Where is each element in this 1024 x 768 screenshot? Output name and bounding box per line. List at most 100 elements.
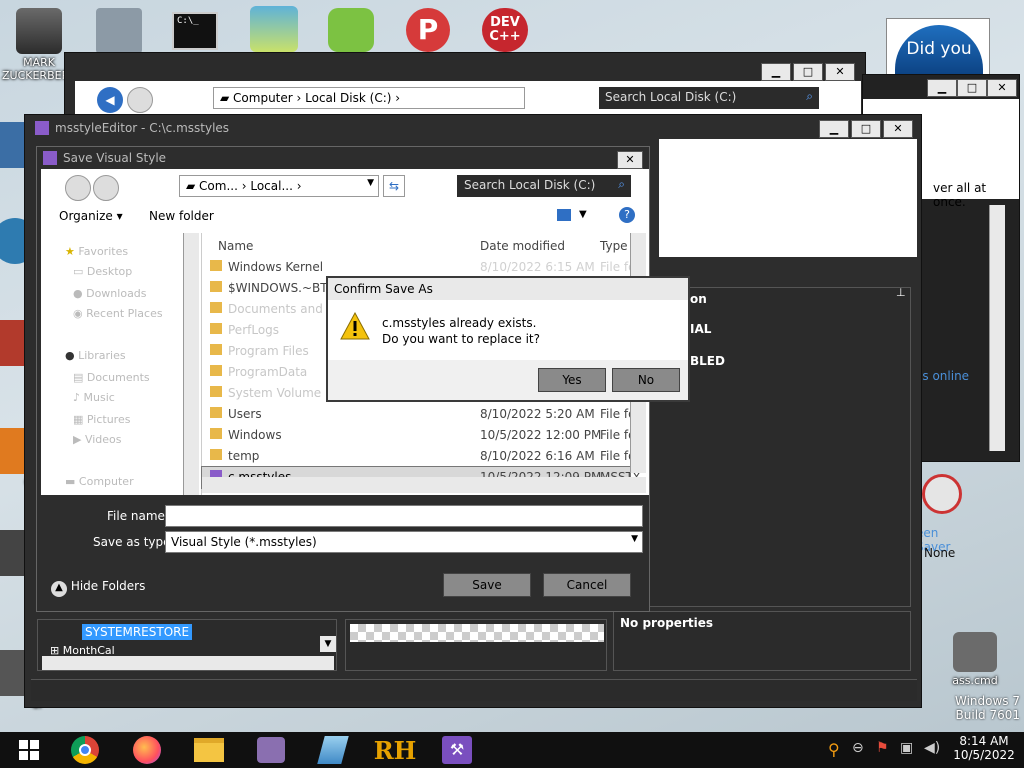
did-you-know-tile[interactable]: Did you: [886, 18, 990, 79]
p-app-icon[interactable]: P: [406, 8, 450, 52]
devcpp-icon[interactable]: DEV C++: [482, 8, 528, 52]
hide-folders-toggle[interactable]: ▲ Hide Folders: [51, 579, 145, 597]
confirm-message-line1: c.msstyles already exists.: [382, 316, 537, 330]
minimize-button[interactable]: ▁: [927, 79, 957, 97]
maximize-button[interactable]: □: [793, 63, 823, 81]
rh-icon[interactable]: RH: [372, 734, 418, 766]
file-row[interactable]: Users 8/10/2022 5:20 AM File fol: [202, 404, 639, 425]
folder-icon: [210, 344, 222, 355]
search-icon: ⌕: [806, 89, 813, 103]
nav-vertical-scrollbar[interactable]: [183, 233, 199, 495]
back-arrow-icon[interactable]: ◀: [97, 87, 123, 113]
windows-logo-icon: [19, 740, 39, 760]
file-name-label: File name:: [107, 509, 169, 523]
tray-network-icon[interactable]: ▣: [900, 740, 913, 756]
confirm-save-as-dialog[interactable]: Confirm Save As c.msstyles already exist…: [326, 276, 690, 402]
installer-icon[interactable]: [250, 6, 298, 52]
properties-footer: No properties: [613, 611, 911, 671]
tree-panel[interactable]: SYSTEMRESTORE ⊞ MonthCal ▼: [37, 619, 337, 671]
maximize-button[interactable]: □: [851, 120, 881, 138]
file-explorer-icon[interactable]: [186, 734, 232, 766]
paint-icon[interactable]: [310, 734, 356, 766]
online-link[interactable]: es online: [915, 369, 969, 383]
pictures-icon: ▦: [73, 413, 84, 426]
folder-icon: [210, 365, 222, 376]
column-header-name[interactable]: Name: [218, 239, 253, 253]
address-bar[interactable]: ▰ Computer › Local Disk (C:) ›: [213, 87, 525, 109]
list-horizontal-scrollbar[interactable]: [202, 477, 646, 493]
pin-icon[interactable]: ⊥: [896, 286, 906, 299]
music-icon: ♪: [73, 391, 81, 404]
file-row[interactable]: Windows Kernel 8/10/2022 6:15 AM File fo: [202, 257, 635, 278]
search-input[interactable]: Search Local Disk (C:) ⌕: [599, 87, 819, 109]
close-button[interactable]: ✕: [987, 79, 1017, 97]
chevron-down-icon[interactable]: ▼: [579, 209, 587, 220]
save-as-type-select[interactable]: Visual Style (*.msstyles) ▼: [165, 531, 643, 553]
tray-clock[interactable]: 8:14 AM 10/5/2022: [948, 734, 1020, 762]
minimize-button[interactable]: ▁: [761, 63, 791, 81]
save-as-type-label: Save as type:: [93, 535, 175, 549]
back-arrow-icon[interactable]: [65, 175, 91, 201]
search-input[interactable]: Search Local Disk (C:) ⌕: [457, 175, 631, 197]
desktop-icon-ass-cmd[interactable]: ass.cmd: [938, 632, 1012, 687]
file-row[interactable]: Windows 10/5/2022 12:00 PM File fol: [202, 425, 639, 446]
yes-button[interactable]: Yes: [538, 368, 606, 392]
screen-saver-item[interactable]: een Saver None: [916, 474, 976, 568]
chevron-down-icon: ▼: [631, 534, 638, 544]
firefox-icon[interactable]: [124, 734, 170, 766]
chevron-down-icon[interactable]: ▼: [367, 178, 374, 188]
folder-icon: ▰: [220, 91, 234, 105]
documents-icon: ▤: [73, 371, 84, 384]
scroll-down-arrow-icon[interactable]: ▼: [320, 636, 336, 652]
column-header-date[interactable]: Date modified: [480, 239, 565, 253]
transparency-checker: [350, 624, 604, 642]
tree-item-selected[interactable]: SYSTEMRESTORE: [82, 624, 193, 640]
organize-menu[interactable]: Organize ▾: [59, 209, 123, 223]
cancel-button[interactable]: Cancel: [543, 573, 631, 597]
no-screensaver-icon: [922, 474, 962, 514]
recent-places-icon: ◉: [73, 307, 83, 320]
horizontal-scrollbar[interactable]: [42, 656, 334, 670]
forward-arrow-icon[interactable]: [93, 175, 119, 201]
hammer-icon[interactable]: ⚒: [434, 734, 480, 766]
confirm-title: Confirm Save As: [334, 282, 433, 296]
save-button[interactable]: Save: [443, 573, 531, 597]
maximize-button[interactable]: □: [957, 79, 987, 97]
navigation-pane[interactable]: ★ Favorites ▭ Desktop ● Downloads ◉ Rece…: [41, 233, 199, 495]
preview-top-area: [659, 139, 917, 257]
cmd-icon[interactable]: C:\_: [172, 12, 218, 50]
column-header-type[interactable]: Type: [600, 239, 628, 253]
address-bar[interactable]: ▰ Com... › Local... › ▼: [179, 175, 379, 197]
downloads-icon: ●: [73, 287, 83, 300]
folder-icon: [210, 260, 222, 271]
help-icon[interactable]: ?: [619, 207, 635, 223]
folder-icon: [210, 428, 222, 439]
new-folder-button[interactable]: New folder: [149, 209, 214, 223]
explorer-toolbar: ◀ ▰ Computer › Local Disk (C:) › Search …: [75, 81, 861, 117]
windows-build-watermark: Windows 7 Build 7601: [954, 694, 1020, 722]
explorer-window-back[interactable]: ▁ □ ✕ ◀ ▰ Computer › Local Disk (C:) › S…: [64, 52, 866, 122]
tray-flag-icon[interactable]: ⚑: [876, 740, 889, 756]
file-row[interactable]: temp 8/10/2022 6:16 AM File fol: [202, 446, 639, 467]
tray-volume-icon[interactable]: ◀): [924, 740, 940, 756]
vertical-scrollbar[interactable]: [989, 205, 1005, 451]
no-button[interactable]: No: [612, 368, 680, 392]
tray-minus-icon[interactable]: ⊖: [852, 740, 864, 756]
resource-hacker-icon[interactable]: [248, 734, 294, 766]
newspaper-icon[interactable]: [96, 8, 142, 54]
refresh-icon[interactable]: ⇆: [383, 175, 405, 197]
forward-arrow-icon[interactable]: [127, 87, 153, 113]
start-button[interactable]: [6, 734, 52, 766]
close-button[interactable]: ✕: [883, 120, 913, 138]
close-button[interactable]: ✕: [825, 63, 855, 81]
minimize-button[interactable]: ▁: [819, 120, 849, 138]
view-icon[interactable]: [557, 209, 571, 221]
search-icon: ⌕: [618, 177, 625, 191]
close-button[interactable]: ✕: [617, 151, 643, 169]
tray-search-icon[interactable]: ⚲: [828, 740, 840, 759]
taskbar: RH ⚒ ⚲ ⊖ ⚑ ▣ ◀) 8:14 AM 10/5/2022: [0, 732, 1024, 768]
chrome-icon[interactable]: [62, 734, 108, 766]
image-preview: [345, 619, 607, 671]
file-name-input[interactable]: [165, 505, 643, 527]
angry-birds-icon[interactable]: [328, 8, 374, 52]
